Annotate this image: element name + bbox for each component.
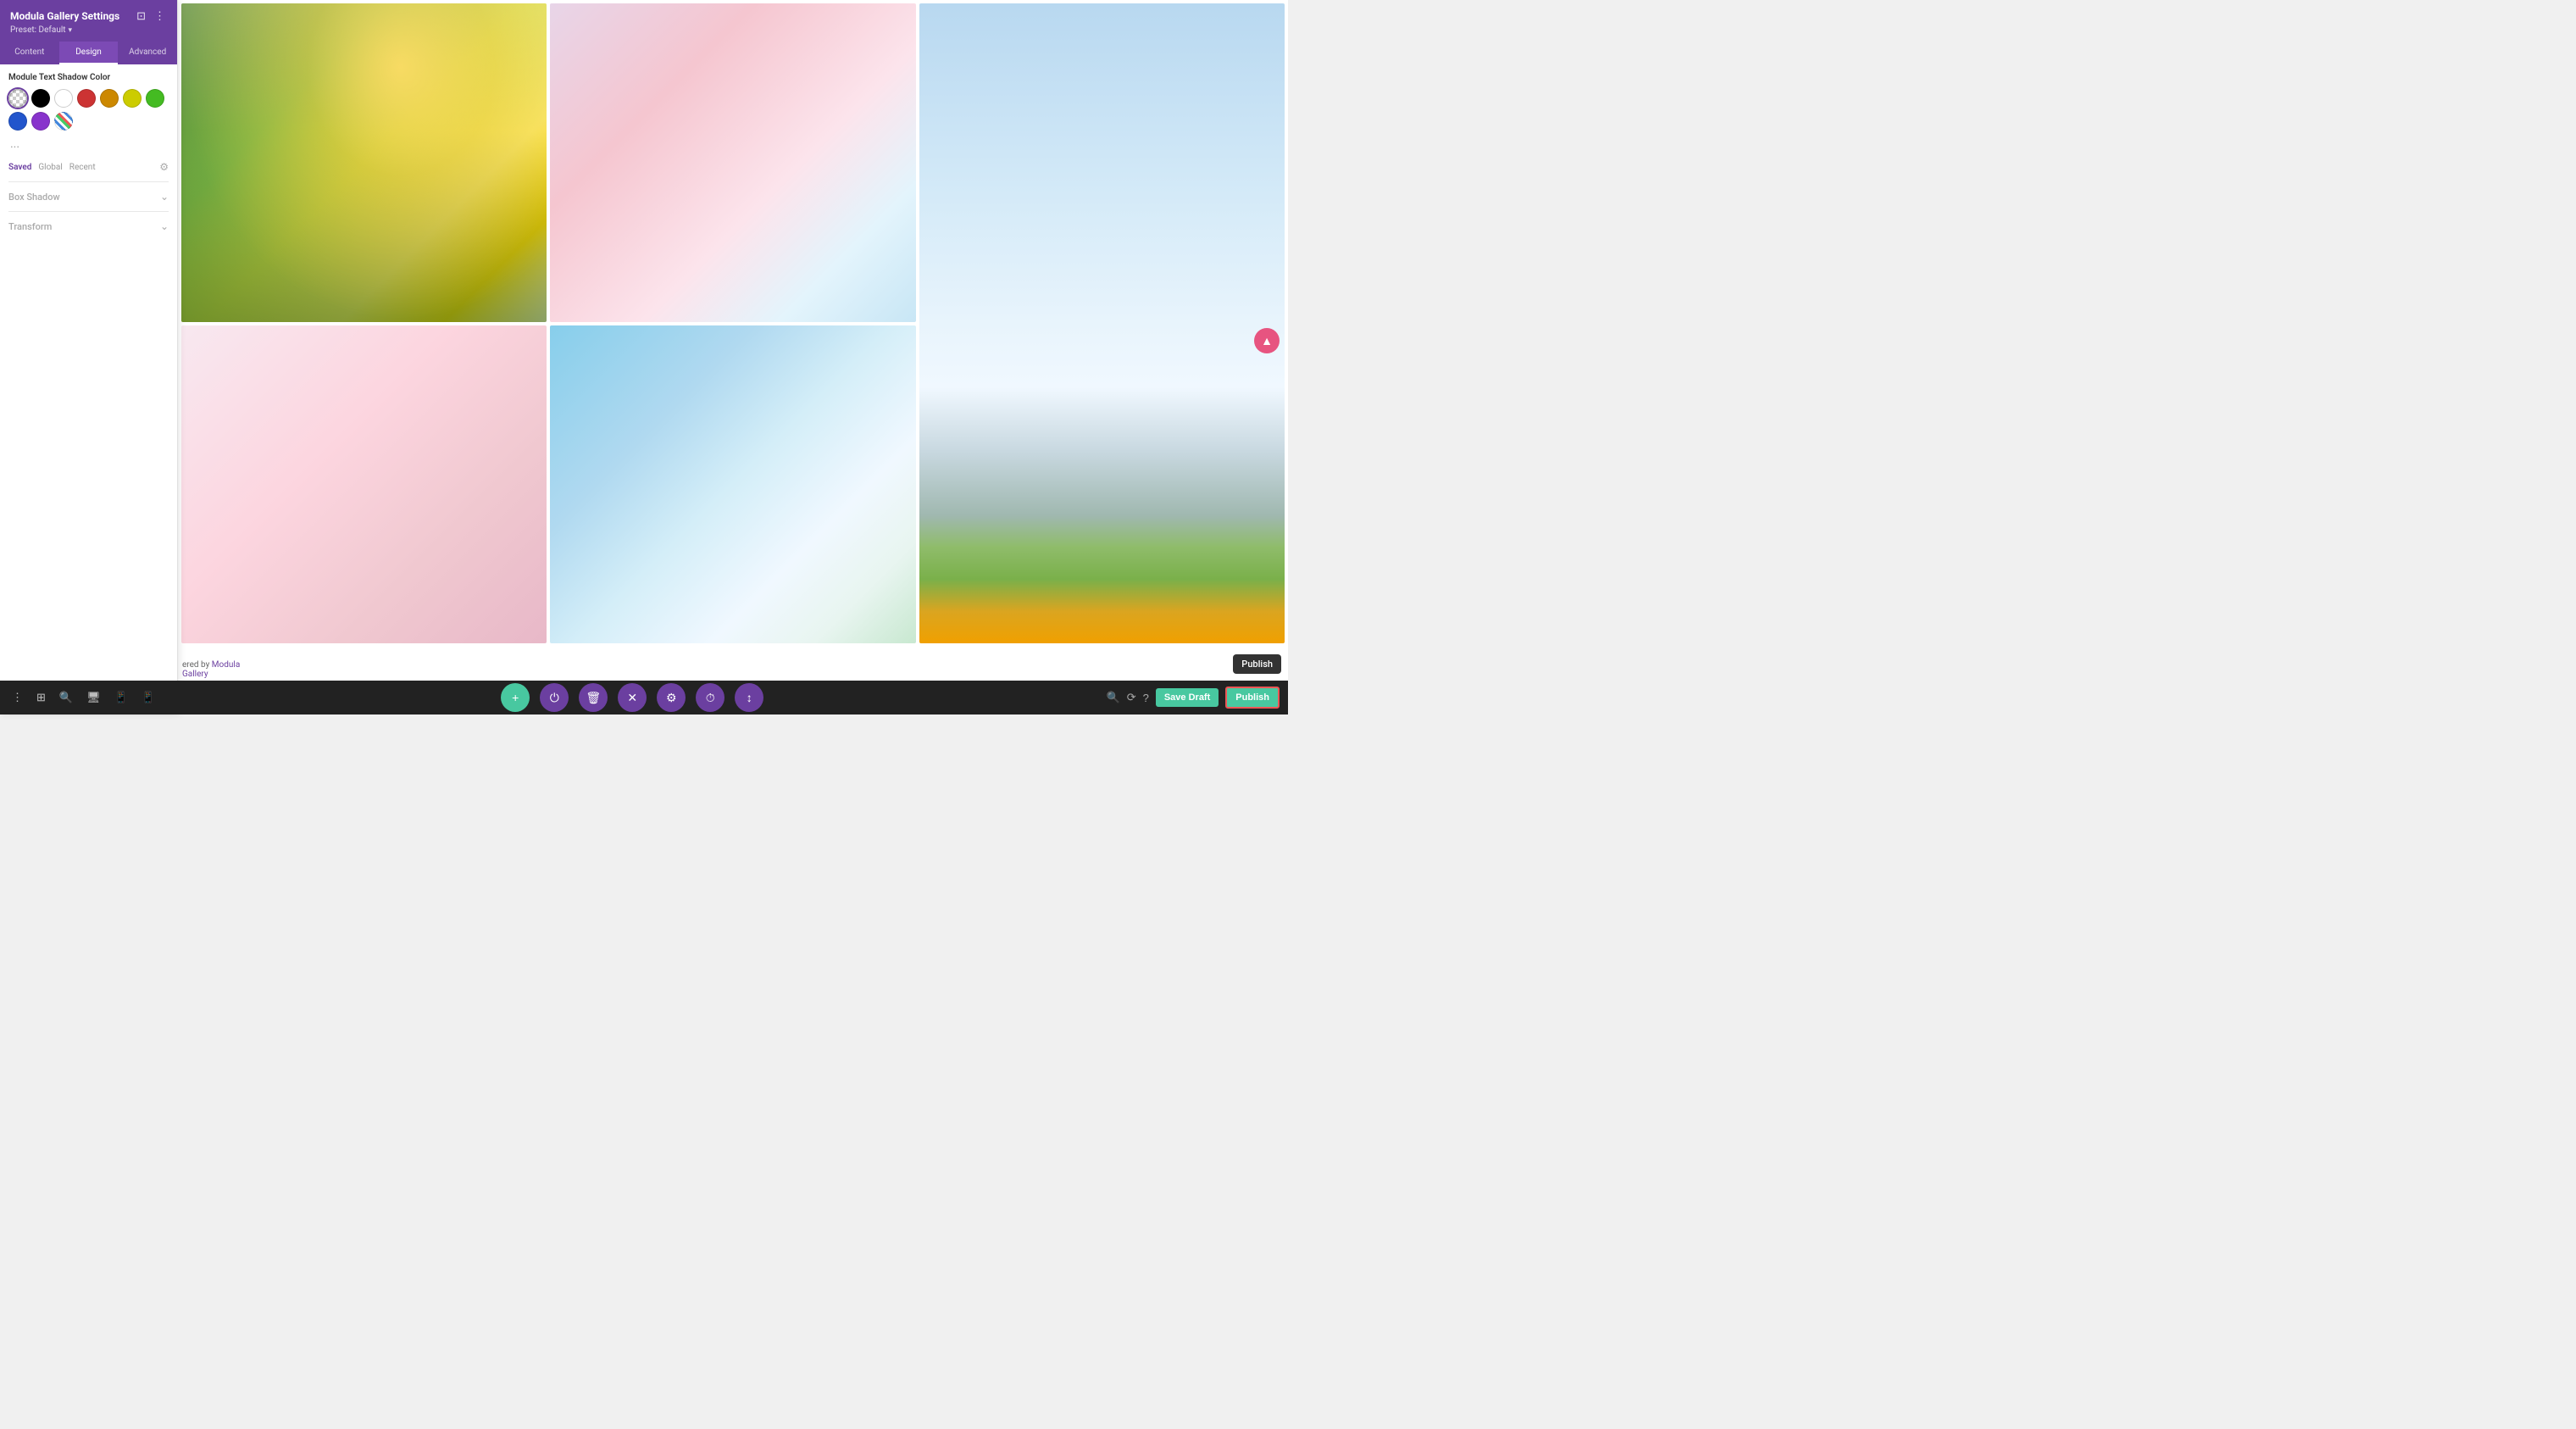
accordion-transform-label: Transform [8, 221, 52, 232]
swatch-transparent[interactable] [8, 89, 27, 108]
search-icon-right[interactable]: 🔍 [1107, 691, 1120, 704]
panel-screenshot-button[interactable]: ⊡ [135, 8, 147, 23]
toolbar-grid-button[interactable]: ⊞ [35, 689, 47, 706]
toolbar-desktop-button[interactable]: 🖥 [85, 689, 103, 706]
toolbar-mobile-button[interactable]: 📱 [140, 689, 157, 706]
color-tabs: Saved Global Recent ⚙ [8, 161, 169, 173]
power-button[interactable]: ⏻ [540, 683, 569, 712]
panel-content: Module Text Shadow Color ··· Saved [0, 64, 177, 687]
panel-header: Modula Gallery Settings ⊡ ⋮ Preset: Defa… [0, 0, 177, 42]
accordion-box-shadow-label: Box Shadow [8, 192, 60, 203]
toolbar-right: 🔍 ⟳ ? Save Draft Publish [1098, 687, 1288, 709]
accordion-transform-header[interactable]: Transform ⌄ [8, 220, 169, 232]
publish-tooltip: Publish [1233, 654, 1281, 674]
chevron-down-icon-transform: ⌄ [160, 220, 169, 232]
chevron-down-icon: ⌄ [160, 191, 169, 203]
tab-advanced[interactable]: Advanced [118, 42, 177, 64]
layout-button[interactable]: ↕ [735, 683, 763, 712]
swatch-orange[interactable] [100, 89, 119, 108]
color-section-title: Module Text Shadow Color [8, 73, 169, 82]
toolbar-center: + ⏻ 🗑 ✕ ⚙ ⏱ ↕ [167, 683, 1098, 712]
swatch-blue[interactable] [8, 112, 27, 131]
gallery-img-pink-blossom[interactable] [181, 325, 547, 644]
help-icon[interactable]: ? [1143, 692, 1149, 704]
chevron-up-icon: ▲ [1261, 334, 1273, 348]
settings-button[interactable]: ⚙ [657, 683, 686, 712]
swatch-multicolor[interactable] [54, 112, 73, 131]
tab-content[interactable]: Content [0, 42, 59, 64]
panel-preset[interactable]: Preset: Default ▾ [10, 25, 167, 35]
swatch-black[interactable] [31, 89, 50, 108]
gallery-img-white-flowers[interactable] [550, 325, 915, 644]
color-swatches [8, 89, 169, 131]
swatch-red[interactable] [77, 89, 96, 108]
settings-panel: Modula Gallery Settings ⊡ ⋮ Preset: Defa… [0, 0, 178, 714]
more-colors-button[interactable]: ··· [10, 141, 19, 154]
gallery-img-sky[interactable] [919, 3, 1285, 643]
panel-more-button[interactable]: ⋮ [153, 8, 167, 23]
color-tab-global[interactable]: Global [38, 163, 62, 172]
powered-by: ered by ModulaGallery [182, 660, 240, 679]
gallery-grid [178, 0, 1288, 647]
gallery-img-cherry[interactable] [550, 3, 915, 322]
toolbar-search-button[interactable]: 🔍 [58, 689, 75, 706]
color-section: Module Text Shadow Color ··· Saved [8, 73, 169, 173]
swatch-green[interactable] [146, 89, 164, 108]
delete-button[interactable]: 🗑 [579, 683, 608, 712]
toolbar-menu-button[interactable]: ⋮ [10, 689, 25, 706]
swatch-purple[interactable] [31, 112, 50, 131]
tab-design[interactable]: Design [59, 42, 119, 64]
panel-header-top: Modula Gallery Settings ⊡ ⋮ [10, 8, 167, 23]
toolbar-left: ⋮ ⊞ 🔍 🖥 📱 📱 [0, 689, 167, 706]
panel-tabs: Content Design Advanced [0, 42, 177, 64]
save-draft-button[interactable]: Save Draft [1156, 688, 1219, 707]
chevron-down-icon: ▾ [69, 26, 73, 35]
accordion-box-shadow-header[interactable]: Box Shadow ⌄ [8, 191, 169, 203]
swatch-yellow[interactable] [123, 89, 142, 108]
history-button[interactable]: ⏱ [696, 683, 724, 712]
preset-label: Preset: Default [10, 25, 66, 35]
panel-header-icons: ⊡ ⋮ [135, 8, 167, 23]
color-tab-saved[interactable]: Saved [8, 163, 31, 172]
close-toolbar-button[interactable]: ✕ [618, 683, 647, 712]
sync-icon[interactable]: ⟳ [1127, 691, 1136, 704]
gallery-area: ▲ [0, 0, 1288, 681]
accordion-transform: Transform ⌄ [8, 211, 169, 241]
swatch-white[interactable] [54, 89, 73, 108]
powered-by-text: ered by [182, 660, 212, 670]
color-tab-recent[interactable]: Recent [69, 163, 96, 172]
color-settings-icon[interactable]: ⚙ [159, 161, 169, 173]
accordion-box-shadow: Box Shadow ⌄ [8, 181, 169, 211]
publish-button[interactable]: Publish [1225, 687, 1280, 709]
bottom-toolbar: ⋮ ⊞ 🔍 🖥 📱 📱 + ⏻ 🗑 ✕ ⚙ ⏱ ↕ 🔍 ⟳ ? Save Dra… [0, 681, 1288, 714]
gallery-img-grass[interactable] [181, 3, 547, 322]
scroll-top-button[interactable]: ▲ [1254, 328, 1280, 353]
panel-title: Modula Gallery Settings [10, 10, 119, 22]
add-module-button[interactable]: + [501, 683, 530, 712]
toolbar-tablet-button[interactable]: 📱 [113, 689, 130, 706]
